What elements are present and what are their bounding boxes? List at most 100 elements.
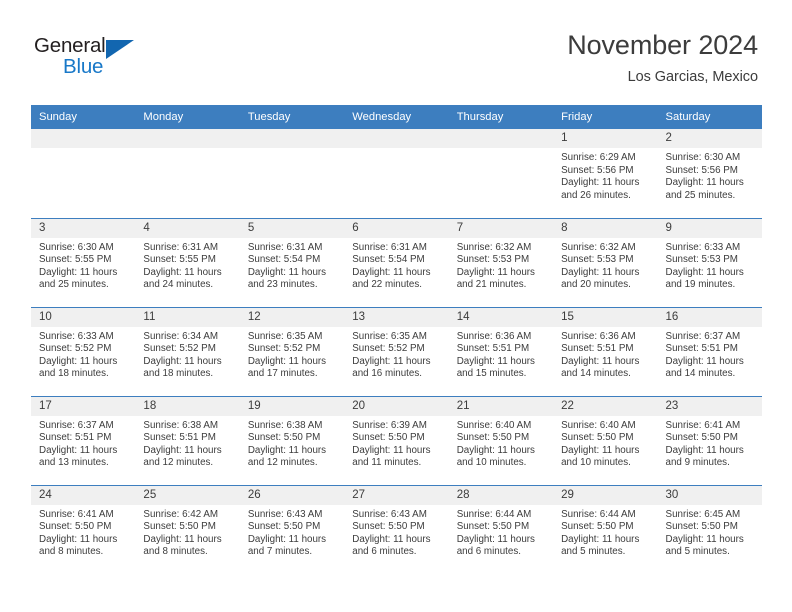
day-number bbox=[31, 129, 136, 148]
calendar-day-cell[interactable]: 28 Sunrise: 6:44 AM Sunset: 5:50 PM Dayli… bbox=[448, 484, 554, 574]
sun-times-info: Sunrise: 6:36 AM Sunset: 5:51 PM Dayligh… bbox=[456, 330, 535, 380]
location-subtitle: Los Garcias, Mexico bbox=[627, 69, 758, 86]
calendar-day-cell[interactable]: 21 Sunrise: 6:40 AM Sunset: 5:50 PM Dayli… bbox=[448, 395, 554, 485]
sun-times-info: Sunrise: 6:43 AM Sunset: 5:50 PM Dayligh… bbox=[247, 508, 327, 558]
calendar-day-cell[interactable]: 18 Sunrise: 6:38 AM Sunset: 5:51 PM Dayli… bbox=[135, 395, 240, 485]
sun-times-info bbox=[135, 148, 239, 152]
calendar-day-cell[interactable]: 11 Sunrise: 6:34 AM Sunset: 5:52 PM Dayli… bbox=[135, 306, 240, 396]
day-number: 21 bbox=[448, 396, 554, 416]
calendar-day-cell[interactable]: 30 Sunrise: 6:45 AM Sunset: 5:50 PM Dayli… bbox=[657, 484, 762, 574]
calendar-day-cell[interactable]: 23 Sunrise: 6:41 AM Sunset: 5:50 PM Dayli… bbox=[657, 395, 762, 485]
weekday-header-sunday: Sunday bbox=[31, 105, 136, 129]
sun-times-info: Sunrise: 6:30 AM Sunset: 5:56 PM Dayligh… bbox=[665, 152, 744, 201]
calendar-day-cell[interactable]: 20 Sunrise: 6:39 AM Sunset: 5:50 PM Dayli… bbox=[344, 395, 449, 485]
sun-times-info: Sunrise: 6:42 AM Sunset: 5:50 PM Dayligh… bbox=[143, 508, 222, 558]
sun-times-info: Sunrise: 6:38 AM Sunset: 5:51 PM Dayligh… bbox=[143, 419, 222, 469]
weekday-header-friday: Friday bbox=[553, 105, 658, 129]
day-number bbox=[135, 129, 240, 148]
sun-times-info: Sunrise: 6:37 AM Sunset: 5:51 PM Dayligh… bbox=[665, 330, 744, 380]
calendar-day-cell[interactable]: 29 Sunrise: 6:44 AM Sunset: 5:50 PM Dayli… bbox=[553, 484, 658, 574]
sun-times-info: Sunrise: 6:35 AM Sunset: 5:52 PM Dayligh… bbox=[352, 330, 431, 380]
day-number: 5 bbox=[239, 218, 345, 238]
sun-times-info: Sunrise: 6:44 AM Sunset: 5:50 PM Dayligh… bbox=[561, 508, 640, 558]
calendar-day-cell[interactable]: 1 Sunrise: 6:29 AM Sunset: 5:56 PM Daylig… bbox=[553, 129, 658, 218]
day-number: 20 bbox=[344, 396, 449, 416]
calendar-day-cell[interactable]: 25 Sunrise: 6:42 AM Sunset: 5:50 PM Dayli… bbox=[135, 484, 240, 574]
sun-times-info: Sunrise: 6:31 AM Sunset: 5:54 PM Dayligh… bbox=[352, 241, 431, 291]
page-title: November 2024 bbox=[567, 30, 758, 60]
calendar-day-cell[interactable]: 14 Sunrise: 6:36 AM Sunset: 5:51 PM Dayli… bbox=[448, 306, 554, 396]
sun-times-info: Sunrise: 6:45 AM Sunset: 5:50 PM Dayligh… bbox=[665, 508, 744, 558]
calendar-day-cell[interactable]: 22 Sunrise: 6:40 AM Sunset: 5:50 PM Dayli… bbox=[553, 395, 658, 485]
calendar-day-cell[interactable]: 27 Sunrise: 6:43 AM Sunset: 5:50 PM Dayli… bbox=[344, 484, 449, 574]
day-number: 26 bbox=[239, 485, 345, 505]
sun-times-info: Sunrise: 6:32 AM Sunset: 5:53 PM Dayligh… bbox=[561, 241, 640, 291]
day-number: 14 bbox=[448, 307, 554, 327]
calendar-day-cell[interactable]: 6 Sunrise: 6:31 AM Sunset: 5:54 PM Daylig… bbox=[344, 217, 449, 307]
calendar-day-cell[interactable]: 2 Sunrise: 6:30 AM Sunset: 5:56 PM Daylig… bbox=[657, 129, 762, 218]
day-number: 29 bbox=[553, 485, 658, 505]
day-number: 8 bbox=[553, 218, 658, 238]
sun-times-info: Sunrise: 6:40 AM Sunset: 5:50 PM Dayligh… bbox=[456, 419, 535, 469]
title-block: November 2024 Los Garcias, Mexico bbox=[567, 28, 758, 85]
calendar-day-cell[interactable]: 19 Sunrise: 6:38 AM Sunset: 5:50 PM Dayli… bbox=[239, 395, 345, 485]
calendar-day-cell[interactable]: 15 Sunrise: 6:36 AM Sunset: 5:51 PM Dayli… bbox=[553, 306, 658, 396]
calendar-day-cell[interactable]: 9 Sunrise: 6:33 AM Sunset: 5:53 PM Daylig… bbox=[657, 217, 762, 307]
calendar-week-row: 3 Sunrise: 6:30 AM Sunset: 5:55 PM Daylig… bbox=[31, 217, 762, 307]
day-number: 1 bbox=[553, 129, 658, 148]
sun-times-info: Sunrise: 6:32 AM Sunset: 5:53 PM Dayligh… bbox=[456, 241, 535, 291]
day-number bbox=[344, 129, 449, 148]
calendar-header-row: Sunday Monday Tuesday Wednesday Thursday Frid… bbox=[31, 105, 762, 129]
sun-times-info: Sunrise: 6:41 AM Sunset: 5:50 PM Dayligh… bbox=[39, 508, 118, 558]
sun-times-info bbox=[449, 148, 553, 152]
calendar-day-cell[interactable]: 13 Sunrise: 6:35 AM Sunset: 5:52 PM Dayli… bbox=[344, 306, 449, 396]
sun-times-info bbox=[240, 148, 344, 152]
sun-times-info: Sunrise: 6:36 AM Sunset: 5:51 PM Dayligh… bbox=[561, 330, 640, 380]
day-number: 24 bbox=[31, 485, 136, 505]
day-number bbox=[448, 129, 554, 148]
calendar-grid: Sunday Monday Tuesday Wednesday Thursday Frid… bbox=[31, 105, 762, 574]
calendar-day-cell[interactable]: 16 Sunrise: 6:37 AM Sunset: 5:51 PM Dayli… bbox=[657, 306, 762, 396]
calendar-day-cell[interactable]: 4 Sunrise: 6:31 AM Sunset: 5:55 PM Daylig… bbox=[135, 217, 240, 307]
weekday-header-monday: Monday bbox=[135, 105, 240, 129]
day-number: 4 bbox=[135, 218, 240, 238]
logo-triangle-icon bbox=[106, 40, 134, 59]
sun-times-info: Sunrise: 6:40 AM Sunset: 5:50 PM Dayligh… bbox=[561, 419, 640, 469]
sun-times-info: Sunrise: 6:41 AM Sunset: 5:50 PM Dayligh… bbox=[665, 419, 744, 469]
calendar-day-cell[interactable]: 24 Sunrise: 6:41 AM Sunset: 5:50 PM Dayli… bbox=[31, 484, 136, 574]
calendar-day-cell[interactable]: 10 Sunrise: 6:33 AM Sunset: 5:52 PM Dayli… bbox=[31, 306, 136, 396]
day-number: 12 bbox=[239, 307, 345, 327]
day-number: 9 bbox=[657, 218, 762, 238]
general-blue-logo[interactable]: General Blue bbox=[34, 34, 154, 90]
calendar-day-cell-empty bbox=[344, 129, 449, 218]
day-number: 10 bbox=[31, 307, 136, 327]
calendar-day-cell[interactable]: 12 Sunrise: 6:35 AM Sunset: 5:52 PM Dayli… bbox=[239, 306, 345, 396]
day-number: 27 bbox=[344, 485, 449, 505]
sun-times-info: Sunrise: 6:34 AM Sunset: 5:52 PM Dayligh… bbox=[143, 330, 222, 380]
calendar-day-cell[interactable]: 17 Sunrise: 6:37 AM Sunset: 5:51 PM Dayli… bbox=[31, 395, 136, 485]
day-number: 18 bbox=[135, 396, 240, 416]
day-number: 30 bbox=[657, 485, 762, 505]
calendar-day-cell[interactable]: 8 Sunrise: 6:32 AM Sunset: 5:53 PM Daylig… bbox=[553, 217, 658, 307]
sun-times-info: Sunrise: 6:31 AM Sunset: 5:54 PM Dayligh… bbox=[247, 241, 327, 291]
day-number: 6 bbox=[344, 218, 449, 238]
calendar-day-cell[interactable]: 5 Sunrise: 6:31 AM Sunset: 5:54 PM Daylig… bbox=[239, 217, 345, 307]
calendar-day-cell[interactable]: 3 Sunrise: 6:30 AM Sunset: 5:55 PM Daylig… bbox=[31, 217, 136, 307]
sun-times-info: Sunrise: 6:30 AM Sunset: 5:55 PM Dayligh… bbox=[39, 241, 118, 291]
calendar-day-cell-empty bbox=[31, 129, 136, 218]
calendar-day-cell[interactable]: 26 Sunrise: 6:43 AM Sunset: 5:50 PM Dayli… bbox=[239, 484, 345, 574]
day-number: 7 bbox=[448, 218, 554, 238]
sun-times-info: Sunrise: 6:44 AM Sunset: 5:50 PM Dayligh… bbox=[456, 508, 535, 558]
calendar-day-cell[interactable]: 7 Sunrise: 6:32 AM Sunset: 5:53 PM Daylig… bbox=[448, 217, 554, 307]
weekday-header-thursday: Thursday bbox=[448, 105, 554, 129]
sun-times-info: Sunrise: 6:43 AM Sunset: 5:50 PM Dayligh… bbox=[352, 508, 431, 558]
weekday-header-wednesday: Wednesday bbox=[344, 105, 449, 129]
calendar-week-row: 10 Sunrise: 6:33 AM Sunset: 5:52 PM Dayli… bbox=[31, 306, 762, 396]
sun-times-info: Sunrise: 6:35 AM Sunset: 5:52 PM Dayligh… bbox=[247, 330, 327, 380]
day-number: 17 bbox=[31, 396, 136, 416]
calendar-week-row: 1 Sunrise: 6:29 AM Sunset: 5:56 PM Daylig… bbox=[31, 129, 762, 218]
day-number: 15 bbox=[553, 307, 658, 327]
sun-times-info bbox=[31, 148, 135, 152]
sun-times-info: Sunrise: 6:38 AM Sunset: 5:50 PM Dayligh… bbox=[247, 419, 327, 469]
weekday-header-saturday: Saturday bbox=[657, 105, 762, 129]
